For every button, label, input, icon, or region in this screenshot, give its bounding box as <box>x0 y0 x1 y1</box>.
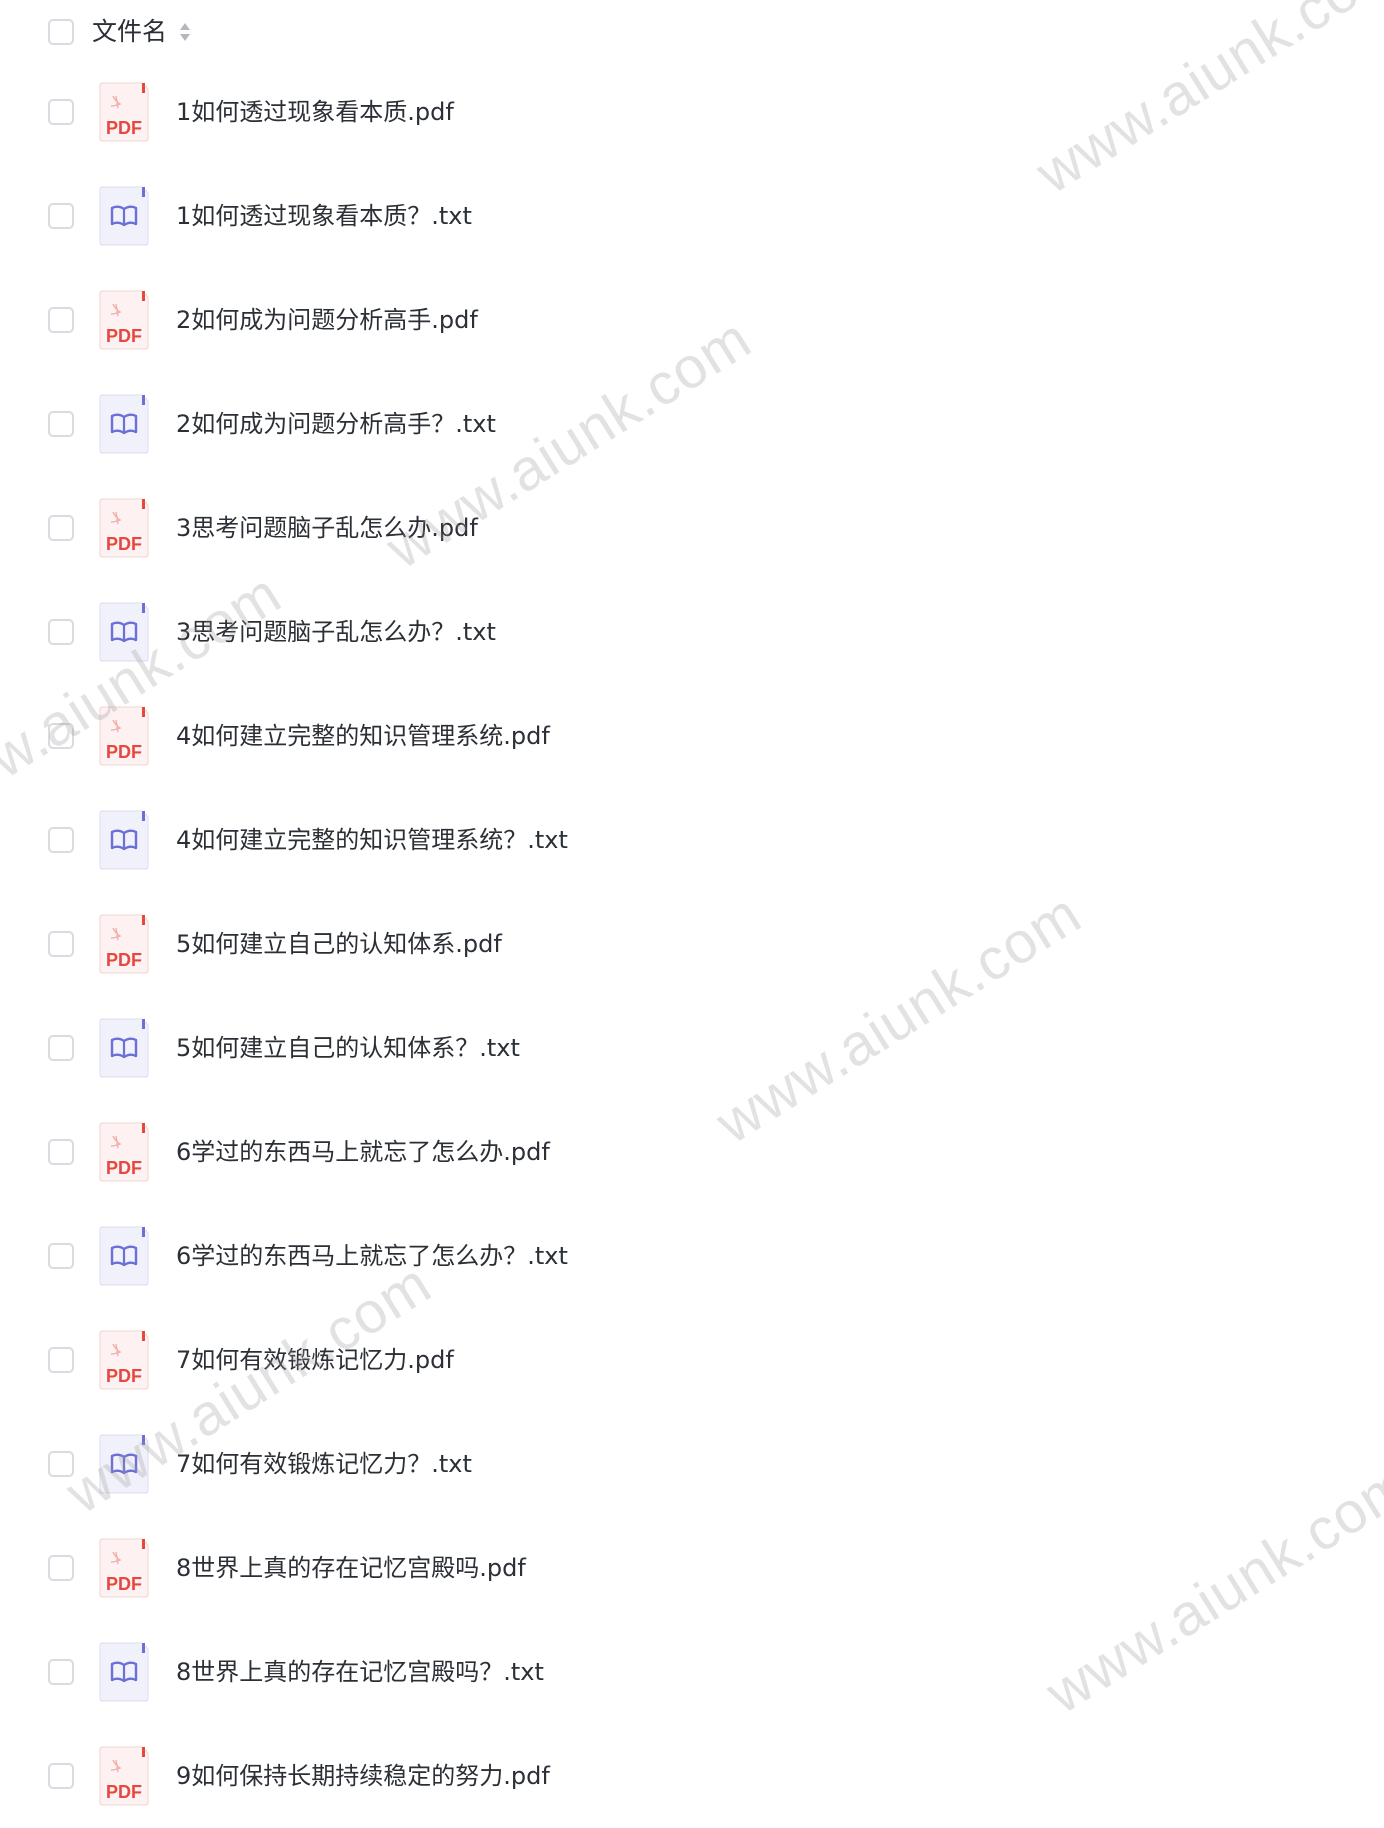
file-row[interactable]: 5如何建立自己的认知体系？.txt <box>0 996 1384 1100</box>
file-row[interactable]: 6学过的东西马上就忘了怎么办？.txt <box>0 1204 1384 1308</box>
file-list-header: 文件名 <box>0 0 1384 64</box>
file-row[interactable]: PDF 9如何保持长期持续稳定的努力.pdf <box>0 1724 1384 1828</box>
file-row[interactable]: 3思考问题脑子乱怎么办？.txt <box>0 580 1384 684</box>
book-file-icon <box>98 1226 150 1286</box>
book-file-icon <box>98 602 150 662</box>
svg-text:PDF: PDF <box>106 742 142 762</box>
svg-text:PDF: PDF <box>106 950 142 970</box>
pdf-file-icon: PDF <box>98 1538 150 1598</box>
file-checkbox[interactable] <box>48 827 74 853</box>
file-checkbox[interactable] <box>48 307 74 333</box>
pdf-file-icon: PDF <box>98 1330 150 1390</box>
file-checkbox[interactable] <box>48 723 74 749</box>
file-checkbox[interactable] <box>48 203 74 229</box>
file-checkbox[interactable] <box>48 1763 74 1789</box>
pdf-file-icon: PDF <box>98 498 150 558</box>
file-name[interactable]: 4如何建立完整的知识管理系统？.txt <box>176 824 568 856</box>
book-file-icon <box>98 186 150 246</box>
svg-text:PDF: PDF <box>106 1782 142 1802</box>
file-name[interactable]: 4如何建立完整的知识管理系统.pdf <box>176 720 550 752</box>
file-name[interactable]: 3思考问题脑子乱怎么办.pdf <box>176 512 478 544</box>
book-file-icon <box>98 1642 150 1702</box>
file-row[interactable]: 2如何成为问题分析高手？.txt <box>0 372 1384 476</box>
file-name[interactable]: 6学过的东西马上就忘了怎么办？.txt <box>176 1240 568 1272</box>
svg-text:PDF: PDF <box>106 1366 142 1386</box>
file-row[interactable]: PDF 3思考问题脑子乱怎么办.pdf <box>0 476 1384 580</box>
file-name[interactable]: 8世界上真的存在记忆宫殿吗？.txt <box>176 1656 544 1688</box>
book-file-icon <box>98 394 150 454</box>
file-row[interactable]: 4如何建立完整的知识管理系统？.txt <box>0 788 1384 892</box>
pdf-file-icon: PDF <box>98 1122 150 1182</box>
file-checkbox[interactable] <box>48 1555 74 1581</box>
pdf-file-icon: PDF <box>98 706 150 766</box>
file-row[interactable]: 7如何有效锻炼记忆力？.txt <box>0 1412 1384 1516</box>
file-row[interactable]: 8世界上真的存在记忆宫殿吗？.txt <box>0 1620 1384 1724</box>
file-name[interactable]: 2如何成为问题分析高手？.txt <box>176 408 496 440</box>
file-checkbox[interactable] <box>48 1659 74 1685</box>
file-checkbox[interactable] <box>48 1035 74 1061</box>
pdf-file-icon: PDF <box>98 1746 150 1806</box>
file-name[interactable]: 6学过的东西马上就忘了怎么办.pdf <box>176 1136 550 1168</box>
book-file-icon <box>98 1018 150 1078</box>
file-row[interactable]: PDF 7如何有效锻炼记忆力.pdf <box>0 1308 1384 1412</box>
file-row[interactable]: PDF 1如何透过现象看本质.pdf <box>0 60 1384 164</box>
file-row[interactable]: PDF 6学过的东西马上就忘了怎么办.pdf <box>0 1100 1384 1204</box>
file-name[interactable]: 7如何有效锻炼记忆力.pdf <box>176 1344 454 1376</box>
file-name[interactable]: 8世界上真的存在记忆宫殿吗.pdf <box>176 1552 526 1584</box>
svg-text:PDF: PDF <box>106 534 142 554</box>
file-row[interactable]: PDF 4如何建立完整的知识管理系统.pdf <box>0 684 1384 788</box>
file-name[interactable]: 3思考问题脑子乱怎么办？.txt <box>176 616 496 648</box>
svg-text:PDF: PDF <box>106 326 142 346</box>
file-checkbox[interactable] <box>48 1139 74 1165</box>
file-checkbox[interactable] <box>48 515 74 541</box>
column-header-filename[interactable]: 文件名 <box>92 16 167 48</box>
file-name[interactable]: 5如何建立自己的认知体系.pdf <box>176 928 502 960</box>
file-row[interactable]: 1如何透过现象看本质？.txt <box>0 164 1384 268</box>
file-name[interactable]: 1如何透过现象看本质？.txt <box>176 200 472 232</box>
file-row[interactable]: PDF 2如何成为问题分析高手.pdf <box>0 268 1384 372</box>
svg-text:PDF: PDF <box>106 1158 142 1178</box>
file-name[interactable]: 2如何成为问题分析高手.pdf <box>176 304 478 336</box>
file-name[interactable]: 5如何建立自己的认知体系？.txt <box>176 1032 520 1064</box>
pdf-file-icon: PDF <box>98 82 150 142</box>
file-name[interactable]: 9如何保持长期持续稳定的努力.pdf <box>176 1760 550 1792</box>
file-name[interactable]: 1如何透过现象看本质.pdf <box>176 96 454 128</box>
file-checkbox[interactable] <box>48 1347 74 1373</box>
file-checkbox[interactable] <box>48 99 74 125</box>
file-checkbox[interactable] <box>48 619 74 645</box>
svg-text:PDF: PDF <box>106 118 142 138</box>
file-checkbox[interactable] <box>48 411 74 437</box>
svg-text:PDF: PDF <box>106 1574 142 1594</box>
book-file-icon <box>98 1434 150 1494</box>
file-checkbox[interactable] <box>48 1451 74 1477</box>
file-name[interactable]: 7如何有效锻炼记忆力？.txt <box>176 1448 472 1480</box>
file-row[interactable]: PDF 8世界上真的存在记忆宫殿吗.pdf <box>0 1516 1384 1620</box>
file-checkbox[interactable] <box>48 931 74 957</box>
sort-icon[interactable] <box>178 20 192 44</box>
select-all-checkbox[interactable] <box>48 19 74 45</box>
file-checkbox[interactable] <box>48 1243 74 1269</box>
pdf-file-icon: PDF <box>98 290 150 350</box>
file-row[interactable]: PDF 5如何建立自己的认知体系.pdf <box>0 892 1384 996</box>
pdf-file-icon: PDF <box>98 914 150 974</box>
book-file-icon <box>98 810 150 870</box>
